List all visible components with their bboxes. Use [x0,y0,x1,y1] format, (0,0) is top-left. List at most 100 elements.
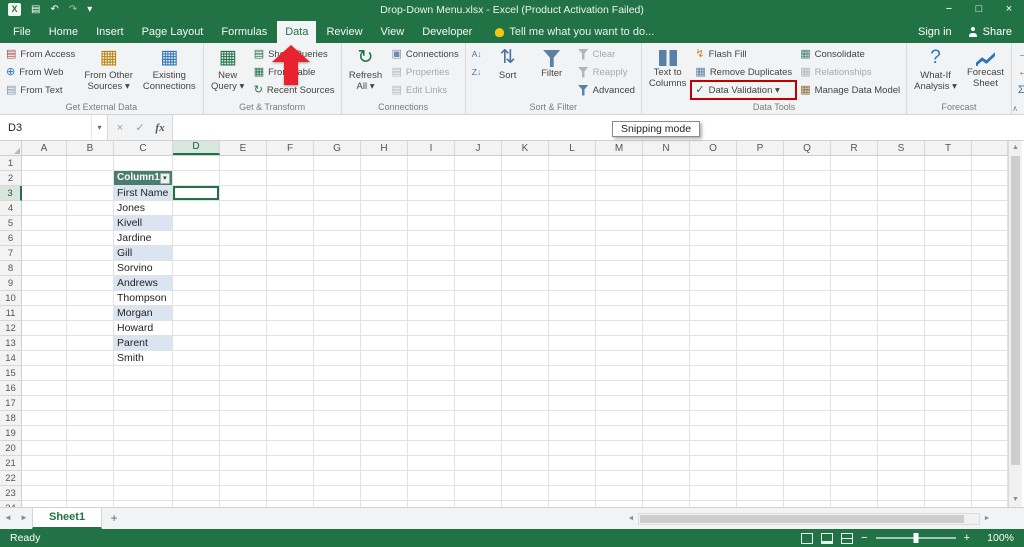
cell-C16[interactable] [114,381,173,396]
cell-partial-1[interactable] [972,156,1008,171]
cell-L20[interactable] [549,441,596,456]
cell-partial-12[interactable] [972,321,1008,336]
cell-P23[interactable] [737,486,784,501]
cell-E23[interactable] [220,486,267,501]
cell-K20[interactable] [502,441,549,456]
ungroup-button[interactable]: ←Ungroup ▾ [1014,63,1024,81]
cell-C11[interactable]: Morgan [114,306,173,321]
page-break-view-button[interactable] [841,533,853,544]
remove-duplicates-button[interactable]: ▦Remove Duplicates [691,63,796,81]
cell-T22[interactable] [925,471,972,486]
cell-T23[interactable] [925,486,972,501]
cell-B3[interactable] [67,186,114,201]
horizontal-scrollbar[interactable]: ◄ ► [624,508,1024,529]
cell-L3[interactable] [549,186,596,201]
cell-M14[interactable] [596,351,643,366]
cell-G4[interactable] [314,201,361,216]
row-header-5[interactable]: 5 [0,216,22,231]
cell-C13[interactable]: Parent [114,336,173,351]
tab-developer[interactable]: Developer [414,21,480,43]
cell-R3[interactable] [831,186,878,201]
cell-T10[interactable] [925,291,972,306]
cell-I15[interactable] [408,366,455,381]
cell-E20[interactable] [220,441,267,456]
cell-M12[interactable] [596,321,643,336]
cell-G3[interactable] [314,186,361,201]
row-header-3[interactable]: 3 [0,186,22,201]
cell-F19[interactable] [267,426,314,441]
cell-H22[interactable] [361,471,408,486]
cell-K23[interactable] [502,486,549,501]
page-layout-view-button[interactable] [821,533,833,544]
cell-M16[interactable] [596,381,643,396]
minimize-button[interactable]: − [934,0,964,19]
cell-P16[interactable] [737,381,784,396]
column-header-i[interactable]: I [408,141,455,155]
cell-R12[interactable] [831,321,878,336]
cell-R15[interactable] [831,366,878,381]
sheet-tab-sheet1[interactable]: Sheet1 [32,508,102,529]
cell-A2[interactable] [22,171,67,186]
cell-G7[interactable] [314,246,361,261]
cell-D2[interactable] [173,171,220,186]
cell-K16[interactable] [502,381,549,396]
cell-L7[interactable] [549,246,596,261]
cell-partial-7[interactable] [972,246,1008,261]
save-icon[interactable]: ▤ [31,4,40,15]
cell-H6[interactable] [361,231,408,246]
cell-S8[interactable] [878,261,925,276]
cell-A10[interactable] [22,291,67,306]
cell-I4[interactable] [408,201,455,216]
row-header-17[interactable]: 17 [0,396,22,411]
cell-Q1[interactable] [784,156,831,171]
cell-partial-24[interactable] [972,501,1008,507]
cell-O19[interactable] [690,426,737,441]
cell-H20[interactable] [361,441,408,456]
cell-C24[interactable] [114,501,173,507]
cell-S20[interactable] [878,441,925,456]
cell-I11[interactable] [408,306,455,321]
cell-T13[interactable] [925,336,972,351]
cell-H7[interactable] [361,246,408,261]
cell-R7[interactable] [831,246,878,261]
cell-F24[interactable] [267,501,314,507]
scroll-right-icon[interactable]: ► [980,512,994,526]
cell-H8[interactable] [361,261,408,276]
row-header-10[interactable]: 10 [0,291,22,306]
horizontal-scroll-track[interactable] [638,513,980,525]
cell-I7[interactable] [408,246,455,261]
cell-L2[interactable] [549,171,596,186]
redo-icon[interactable]: ↷ [69,4,77,15]
cell-F9[interactable] [267,276,314,291]
cell-G13[interactable] [314,336,361,351]
cell-P4[interactable] [737,201,784,216]
cell-Q19[interactable] [784,426,831,441]
cell-L16[interactable] [549,381,596,396]
cell-J21[interactable] [455,456,502,471]
cell-partial-2[interactable] [972,171,1008,186]
cell-O21[interactable] [690,456,737,471]
cell-C1[interactable] [114,156,173,171]
cell-T16[interactable] [925,381,972,396]
cell-R11[interactable] [831,306,878,321]
cell-O15[interactable] [690,366,737,381]
cell-O20[interactable] [690,441,737,456]
cell-H15[interactable] [361,366,408,381]
cell-Q23[interactable] [784,486,831,501]
cell-C5[interactable]: Kivell [114,216,173,231]
cell-O9[interactable] [690,276,737,291]
cell-I2[interactable] [408,171,455,186]
cell-F16[interactable] [267,381,314,396]
cell-partial-9[interactable] [972,276,1008,291]
cell-E2[interactable] [220,171,267,186]
customize-quick-access-icon[interactable]: ▾ [87,4,92,15]
cell-R20[interactable] [831,441,878,456]
cell-C8[interactable]: Sorvino [114,261,173,276]
cell-A20[interactable] [22,441,67,456]
cell-F4[interactable] [267,201,314,216]
column-header-h[interactable]: H [361,141,408,155]
cell-Q24[interactable] [784,501,831,507]
cell-A11[interactable] [22,306,67,321]
cell-E7[interactable] [220,246,267,261]
column-header-o[interactable]: O [690,141,737,155]
